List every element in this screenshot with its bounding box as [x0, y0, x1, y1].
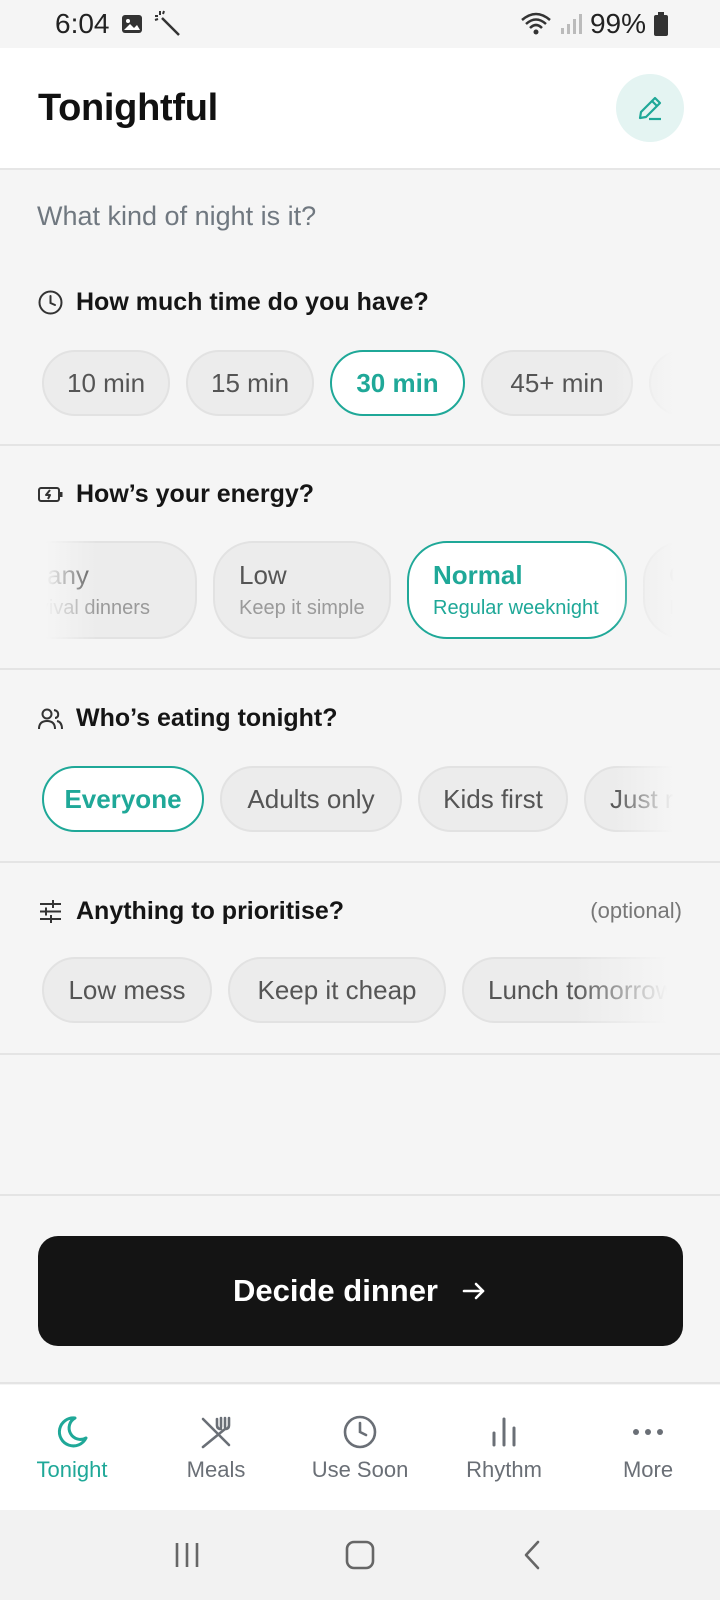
time-section-title: How much time do you have?: [76, 288, 429, 316]
clock-icon: [341, 1413, 379, 1451]
app-title: Tonightful: [38, 86, 218, 129]
energy-chip-sub: I: [669, 597, 675, 619]
nav-tonight[interactable]: Tonight: [0, 1385, 144, 1510]
clock-icon: [37, 289, 64, 316]
time-chip-30[interactable]: 30 min: [330, 350, 465, 416]
status-bar: 6:04 99%: [0, 0, 720, 48]
nav-more[interactable]: More: [576, 1385, 720, 1510]
nav-label: Rhythm: [466, 1456, 542, 1482]
recent-apps-icon[interactable]: [170, 1538, 204, 1572]
eaters-chip-kids[interactable]: Kids first: [418, 766, 568, 832]
home-icon[interactable]: [343, 1538, 377, 1572]
eaters-chip-row[interactable]: Everyone Adults only Kids first Just r: [37, 765, 684, 835]
eaters-section: Who’s eating tonight? Everyone Adults on…: [0, 670, 720, 863]
night-prompt: What kind of night is it?: [37, 201, 317, 231]
time-chip-15[interactable]: 15 min: [186, 350, 314, 416]
optional-label: (optional): [590, 898, 682, 923]
energy-chip-barely[interactable]: ly any urvival dinners: [37, 541, 197, 639]
energy-chip-label: G: [669, 560, 684, 590]
time-chip-row[interactable]: 10 min 15 min 30 min 45+ min: [37, 349, 684, 419]
gallery-icon: [120, 12, 144, 36]
fork-knife-icon: [197, 1413, 235, 1451]
priority-chip-low-mess[interactable]: Low mess: [42, 957, 212, 1023]
priorities-chip-row[interactable]: Low mess Keep it cheap Lunch tomorrow: [37, 956, 684, 1026]
cta-area: Decide dinner: [0, 1194, 720, 1384]
nav-meals[interactable]: Meals: [144, 1385, 288, 1510]
more-dots-icon: [629, 1413, 667, 1451]
nav-rhythm[interactable]: Rhythm: [432, 1385, 576, 1510]
energy-section: How’s your energy? ly any urvival dinner…: [0, 446, 720, 670]
nav-use-soon[interactable]: Use Soon: [288, 1385, 432, 1510]
priorities-section: Anything to prioritise? (optional) Low m…: [0, 863, 720, 1055]
eaters-section-title: Who’s eating tonight?: [76, 704, 338, 732]
battery-bolt-icon: [37, 481, 64, 508]
priorities-section-header: Anything to prioritise?: [37, 897, 344, 926]
eaters-chip-everyone[interactable]: Everyone: [42, 766, 204, 832]
bottom-nav: Tonight Meals Use Soon Rhythm More: [0, 1385, 720, 1510]
energy-chip-next[interactable]: G I: [643, 541, 684, 639]
nav-label: More: [622, 1456, 674, 1482]
edit-button[interactable]: [616, 74, 684, 142]
decide-dinner-button[interactable]: Decide dinner: [38, 1236, 683, 1346]
time-chip-45[interactable]: 45+ min: [481, 350, 633, 416]
priority-chip-lunch[interactable]: Lunch tomorrow: [462, 957, 684, 1023]
priorities-section-title: Anything to prioritise?: [76, 897, 345, 925]
pencil-icon: [634, 92, 666, 124]
energy-chip-label: ly any: [37, 560, 89, 590]
system-nav-bar: [0, 1510, 720, 1600]
time-chip-10[interactable]: 10 min: [42, 350, 170, 416]
bar-chart-icon: [485, 1413, 523, 1451]
energy-chip-sub: Regular weeknight: [433, 597, 599, 619]
nav-label: Meals: [186, 1456, 246, 1482]
battery-percent: 99%: [589, 8, 646, 39]
energy-chip-label: Low: [239, 560, 287, 590]
app-header: Tonightful: [0, 48, 720, 170]
energy-section-title: How’s your energy?: [76, 480, 315, 508]
energy-section-header: How’s your energy?: [37, 480, 314, 509]
magic-wand-icon: [154, 10, 182, 38]
back-icon[interactable]: [516, 1538, 550, 1572]
decide-dinner-label: Decide dinner: [233, 1273, 438, 1308]
nav-label: Tonight: [36, 1456, 108, 1482]
nav-label: Use Soon: [311, 1456, 409, 1482]
signal-icon: [560, 13, 582, 35]
energy-chip-sub: urvival dinners: [37, 597, 150, 619]
eaters-chip-adults[interactable]: Adults only: [220, 766, 402, 832]
priority-chip-cheap[interactable]: Keep it cheap: [228, 957, 446, 1023]
energy-chip-label: Normal: [433, 560, 523, 590]
sliders-icon: [37, 898, 64, 925]
wifi-icon: [520, 12, 552, 36]
time-section: How much time do you have? 10 min 15 min…: [0, 250, 720, 446]
battery-icon: [654, 12, 668, 36]
energy-chip-normal[interactable]: Normal Regular weeknight: [407, 541, 627, 639]
energy-chip-low[interactable]: Low Keep it simple: [213, 541, 391, 639]
energy-chip-row[interactable]: ly any urvival dinners Low Keep it simpl…: [37, 540, 684, 642]
moon-icon: [53, 1413, 91, 1451]
status-time: 6:04: [55, 8, 110, 39]
time-chip-more[interactable]: [649, 350, 684, 416]
energy-chip-sub: Keep it simple: [239, 597, 365, 619]
arrow-right-icon: [460, 1277, 488, 1305]
eaters-chip-just-me[interactable]: Just r: [584, 766, 684, 832]
time-section-header: How much time do you have?: [37, 288, 429, 317]
eaters-section-header: Who’s eating tonight?: [37, 704, 338, 733]
people-icon: [37, 705, 64, 732]
